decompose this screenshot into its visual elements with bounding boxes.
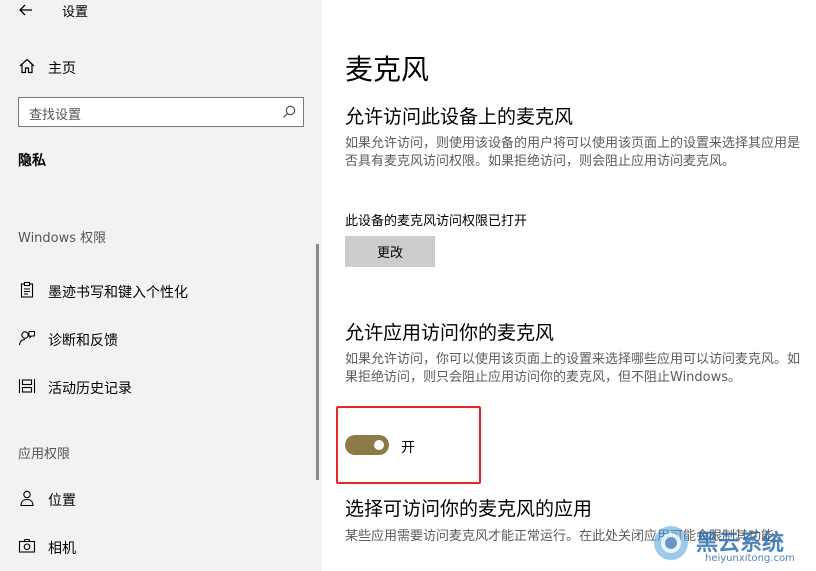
device-section-heading: 允许访问此设备上的麦克风 (345, 106, 574, 128)
activity-history-icon (18, 377, 36, 395)
sidebar-item-label: 墨迹书写和键入个性化 (48, 285, 188, 301)
nav-home-label: 主页 (48, 61, 76, 77)
page-title: 麦克风 (345, 53, 430, 86)
group-app-permissions: 应用权限 (18, 447, 71, 462)
sidebar-item-label: 相机 (48, 541, 76, 557)
sidebar-scrollbar[interactable] (316, 244, 319, 480)
watermark-logo-icon (652, 524, 690, 562)
toggle-knob (374, 440, 384, 450)
camera-icon (18, 537, 36, 555)
sidebar-item-label: 活动历史记录 (48, 381, 132, 397)
home-icon (18, 57, 36, 75)
app-section-heading: 允许应用访问你的麦克风 (345, 322, 555, 344)
sidebar-item-inking[interactable]: 墨迹书写和键入个性化 (0, 274, 316, 306)
search-box[interactable]: 查找设置 (18, 97, 304, 127)
search-placeholder: 查找设置 (29, 108, 82, 123)
person-location-icon (18, 489, 36, 507)
nav-home[interactable]: 主页 (0, 50, 322, 82)
device-section-description: 如果允许访问，则使用该设备的用户将可以使用该页面上的设置来选择其应用是否具有麦克… (345, 136, 801, 169)
search-icon[interactable] (281, 104, 297, 120)
pen-clipboard-icon (18, 281, 36, 299)
sidebar-item-location[interactable]: 位置 (0, 482, 316, 514)
microphone-access-toggle[interactable] (345, 435, 389, 455)
toggle-state-label: 开 (401, 440, 415, 456)
watermark-url: heiyunxitong.com (705, 553, 795, 564)
sidebar-item-label: 位置 (48, 493, 76, 509)
person-feedback-icon (18, 329, 36, 347)
sidebar-item-camera[interactable]: 相机 (0, 530, 316, 562)
sidebar-item-diagnostics[interactable]: 诊断和反馈 (0, 322, 316, 354)
change-button[interactable]: 更改 (345, 236, 435, 267)
back-arrow-icon[interactable] (16, 0, 36, 20)
device-access-status: 此设备的麦克风访问权限已打开 (345, 214, 528, 229)
sidebar-item-label: 诊断和反馈 (48, 333, 118, 349)
app-title: 设置 (62, 5, 89, 20)
section-title: 隐私 (18, 153, 46, 169)
choose-apps-heading: 选择可访问你的麦克风的应用 (345, 498, 593, 520)
app-section-description: 如果允许访问，你可以使用该页面上的设置来选择哪些应用可以访问麦克风。如果拒绝访问… (345, 352, 801, 385)
group-windows-permissions: Windows 权限 (18, 231, 107, 246)
sidebar: 设置 主页 查找设置 隐私 Windows 权限 墨迹书写和键入个性化 诊断和反… (0, 0, 322, 571)
sidebar-item-activity-history[interactable]: 活动历史记录 (0, 370, 316, 402)
